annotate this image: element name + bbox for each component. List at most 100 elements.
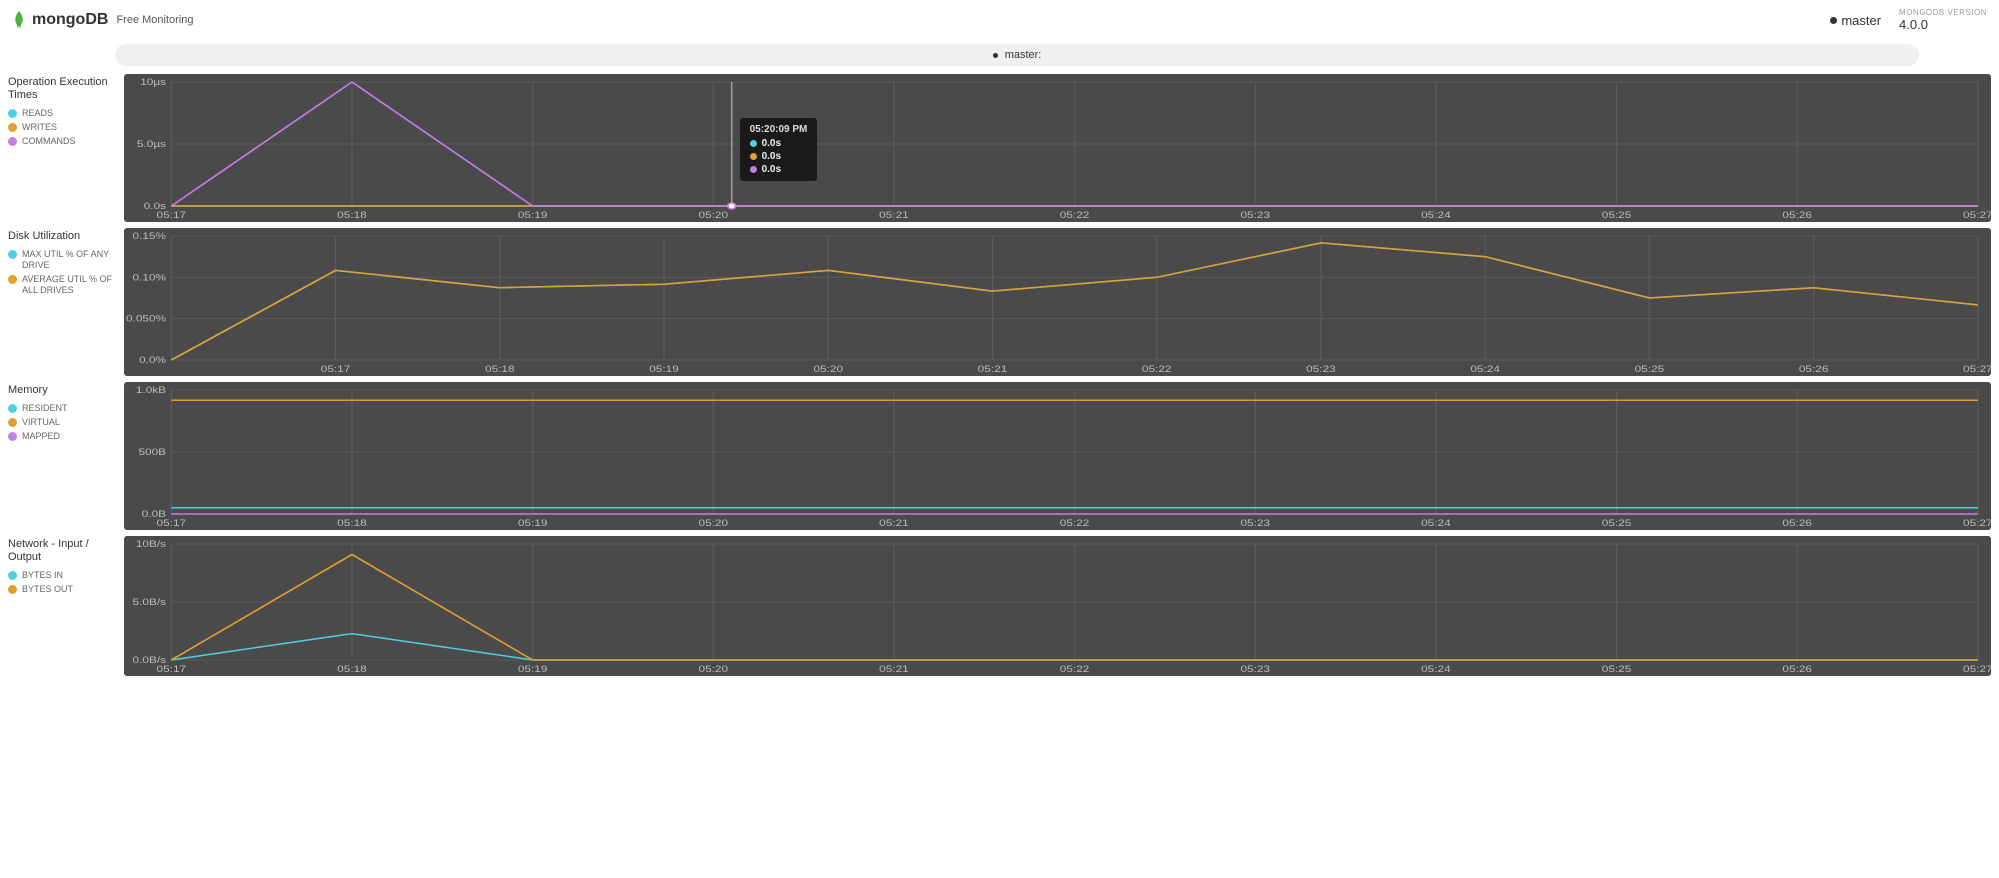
x-tick-label: 05:18 [485, 364, 515, 374]
chart-svg: 0.0B/s5.0B/s10B/s05:1705:1805:1905:2005:… [124, 536, 1991, 676]
legend-item[interactable]: COMMANDS [8, 136, 116, 147]
chart-svg: 0.0%0.050%0.10%0.15%05:1705:1805:1905:20… [124, 228, 1991, 376]
legend-label: BYTES OUT [22, 584, 73, 595]
legend-item[interactable]: BYTES IN [8, 570, 116, 581]
chart-title: Disk Utilization [8, 230, 116, 243]
page-header: mongoDB Free Monitoring master MONGODB V… [0, 0, 1999, 40]
header-subtitle: Free Monitoring [116, 14, 193, 26]
x-tick-label: 05:21 [879, 518, 909, 528]
x-tick-label: 05:20 [813, 364, 843, 374]
x-tick-label: 05:18 [337, 518, 367, 528]
charts-dashboard: Operation Execution Times READS WRITES COMM… [0, 74, 1999, 690]
x-tick-label: 05:22 [1060, 210, 1090, 220]
x-tick-label: 05:26 [1782, 210, 1812, 220]
x-tick-label: 05:22 [1060, 518, 1090, 528]
x-tick-label: 05:27 [1963, 210, 1991, 220]
legend-item[interactable]: AVERAGE UTIL % OF ALL DRIVES [8, 274, 116, 296]
legend-label: MAPPED [22, 431, 60, 442]
legend-label: AVERAGE UTIL % OF ALL DRIVES [22, 274, 116, 296]
legend-label: VIRTUAL [22, 417, 60, 428]
x-tick-label: 05:26 [1782, 518, 1812, 528]
x-tick-label: 05:23 [1240, 210, 1270, 220]
mongodb-leaf-icon [12, 11, 26, 29]
logo-text: mongoDB [32, 11, 108, 29]
x-tick-label: 05:17 [321, 364, 351, 374]
legend-swatch-icon [8, 137, 17, 146]
version-label: MONGODB VERSION [1899, 8, 1987, 17]
chart-panel-disk-util[interactable]: 0.0%0.050%0.10%0.15%05:1705:1805:1905:20… [124, 228, 1991, 376]
master-label: master [1841, 13, 1881, 28]
legend-swatch-icon [8, 585, 17, 594]
x-tick-label: 05:27 [1963, 364, 1991, 374]
version-block: MONGODB VERSION 4.0.0 [1899, 8, 1987, 32]
chart-panel-op-exec[interactable]: 05:20:09 PM0.0s0.0s0.0s0.0s5.0µs10µs05:1… [124, 74, 1991, 222]
x-tick-label: 05:20 [698, 664, 728, 674]
x-tick-label: 05:24 [1421, 210, 1451, 220]
y-tick-label: 0.0% [139, 355, 166, 365]
x-tick-label: 05:19 [649, 364, 679, 374]
chart-row-memory: MemoryRESIDENTVIRTUALMAPPED0.0B500B1.0kB… [8, 382, 1991, 530]
x-tick-label: 05:18 [337, 664, 367, 674]
x-tick-label: 05:27 [1963, 518, 1991, 528]
selector-label: master: [1005, 49, 1042, 61]
series-line [171, 243, 1978, 360]
x-tick-label: 05:21 [978, 364, 1008, 374]
legend-item[interactable]: MAPPED [8, 431, 116, 442]
x-tick-label: 05:21 [879, 210, 909, 220]
x-tick-label: 05:24 [1421, 518, 1451, 528]
x-tick-label: 05:19 [518, 664, 548, 674]
x-tick-label: 05:27 [1963, 664, 1991, 674]
selector-dot-icon [993, 53, 998, 58]
series-line [171, 243, 1978, 360]
legend-swatch-icon [8, 250, 17, 259]
chart-row-op-exec: Operation Execution Times READS WRITES COMM… [8, 74, 1991, 222]
logo-group: mongoDB Free Monitoring [12, 11, 193, 29]
legend-label: BYTES IN [22, 570, 63, 581]
x-tick-label: 05:23 [1306, 364, 1336, 374]
y-tick-label: 10µs [140, 77, 166, 87]
chart-row-disk-util: Disk Utilization MAX UTIL % OF ANY DRIVE A… [8, 228, 1991, 376]
legend-label: MAX UTIL % OF ANY DRIVE [22, 249, 116, 271]
chart-sidebar: Memory RESIDENT VIRTUAL MAPPED [8, 382, 116, 530]
x-tick-label: 05:24 [1470, 364, 1500, 374]
chart-svg: 0.0s5.0µs10µs05:1705:1805:1905:2005:2105… [124, 74, 1991, 222]
chart-panel-memory[interactable]: 0.0B500B1.0kB05:1705:1805:1905:2005:2105… [124, 382, 1991, 530]
legend-swatch-icon [8, 432, 17, 441]
master-indicator[interactable]: master [1830, 13, 1881, 28]
x-tick-label: 05:23 [1240, 664, 1270, 674]
header-right: master MONGODB VERSION 4.0.0 [1830, 8, 1987, 32]
legend-item[interactable]: READS [8, 108, 116, 119]
legend-label: WRITES [22, 122, 57, 133]
y-tick-label: 0.050% [126, 314, 166, 324]
host-selector-bar[interactable]: master: [115, 44, 1919, 66]
legend-swatch-icon [8, 123, 17, 132]
status-dot-icon [1830, 17, 1837, 24]
legend-item[interactable]: RESIDENT [8, 403, 116, 414]
legend-label: RESIDENT [22, 403, 68, 414]
y-tick-label: 500B [138, 447, 166, 457]
x-tick-label: 05:25 [1602, 518, 1632, 528]
legend-swatch-icon [8, 109, 17, 118]
y-tick-label: 1.0kB [136, 385, 166, 395]
version-value: 4.0.0 [1899, 17, 1987, 32]
x-tick-label: 05:17 [157, 664, 187, 674]
x-tick-label: 05:19 [518, 210, 548, 220]
chart-panel-network[interactable]: 0.0B/s5.0B/s10B/s05:1705:1805:1905:2005:… [124, 536, 1991, 676]
x-tick-label: 05:25 [1635, 364, 1665, 374]
chart-title: Operation Execution Times [8, 76, 116, 102]
x-tick-label: 05:25 [1602, 664, 1632, 674]
legend-item[interactable]: BYTES OUT [8, 584, 116, 595]
chart-title: Memory [8, 384, 116, 397]
x-tick-label: 05:26 [1799, 364, 1829, 374]
y-tick-label: 5.0µs [137, 139, 166, 149]
chart-sidebar: Network - Input / OutputBYTES INBYTES OU… [8, 536, 116, 676]
legend-item[interactable]: VIRTUAL [8, 417, 116, 428]
x-tick-label: 05:26 [1782, 664, 1812, 674]
legend-swatch-icon [8, 404, 17, 413]
legend-label: COMMANDS [22, 136, 76, 147]
legend-item[interactable]: WRITES [8, 122, 116, 133]
legend-item[interactable]: MAX UTIL % OF ANY DRIVE [8, 249, 116, 271]
legend-swatch-icon [8, 571, 17, 580]
chart-sidebar: Operation Execution Times READS WRITES COMM… [8, 74, 116, 222]
x-tick-label: 05:22 [1060, 664, 1090, 674]
